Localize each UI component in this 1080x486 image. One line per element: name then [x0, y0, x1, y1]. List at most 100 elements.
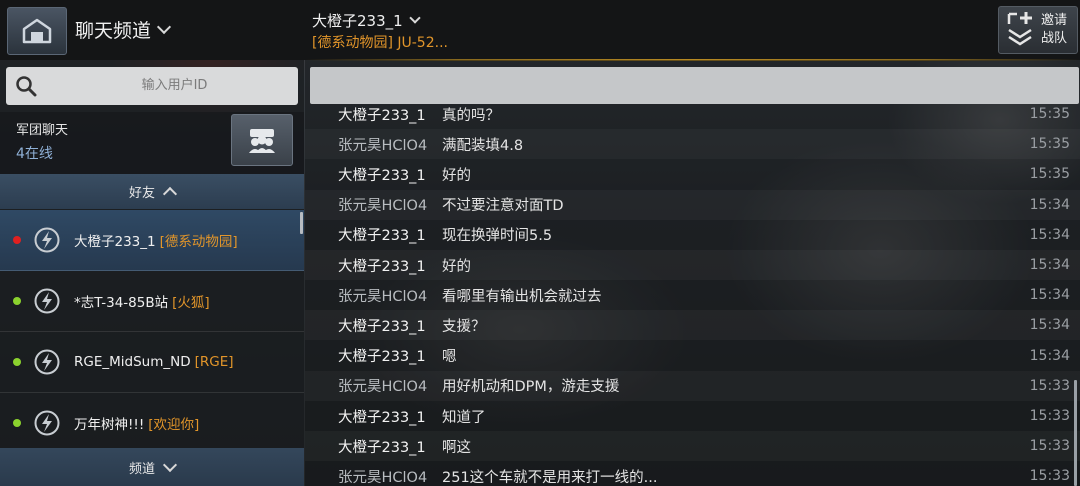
- search-box: [6, 67, 298, 105]
- legion-members-button[interactable]: [231, 114, 293, 166]
- friend-clan-tag: [欢迎你]: [148, 417, 200, 433]
- message-sender[interactable]: 张元昊HClO4: [338, 466, 427, 486]
- invite-platoon-button[interactable]: 邀请 战队: [998, 6, 1078, 54]
- friends-section-header[interactable]: 好友: [0, 174, 304, 209]
- friend-clan-tag: [德系动物园]: [159, 234, 238, 250]
- chat-message: 大橙子233_1 真的吗？ 15:35: [305, 99, 1080, 129]
- message-time: 15:33: [1029, 468, 1070, 485]
- message-text: 用好机动和DPM，游走支援: [442, 379, 620, 396]
- message-sender[interactable]: 张元昊HClO4: [338, 194, 427, 215]
- garage-icon: [22, 18, 52, 44]
- message-sender[interactable]: 张元昊HClO4: [338, 375, 427, 396]
- message-time: 15:35: [1029, 106, 1070, 122]
- chat-message: 大橙子233_1 好的 15:34: [305, 250, 1080, 280]
- message-time: 15:34: [1029, 196, 1070, 213]
- top-bar: 聊天频道 大橙子233_1 [德系动物园] JU-52... 邀请 战队: [0, 0, 1080, 60]
- friend-item[interactable]: *志T-34-85B站 [火狐]: [0, 271, 304, 332]
- message-text: 知道了: [442, 409, 486, 426]
- lightning-icon: [34, 288, 60, 314]
- friend-name: RGE_MidSum_ND: [74, 354, 191, 370]
- message-sender[interactable]: 大橙子233_1: [338, 345, 426, 366]
- chat-message: 张元昊HClO4 满配装填4.8 15:35: [305, 129, 1080, 159]
- message-sender[interactable]: 张元昊HClO4: [338, 134, 427, 155]
- chat-message: 大橙子233_1 好的 15:35: [305, 159, 1080, 189]
- legion-chat-row[interactable]: 军团聊天 4在线: [0, 112, 304, 174]
- invite-label-2: 战队: [1041, 31, 1068, 46]
- channel-section-header[interactable]: 频道: [0, 448, 304, 486]
- channel-footer-label: 频道: [128, 461, 155, 477]
- status-online-dot: [13, 419, 21, 427]
- lightning-icon: [34, 410, 60, 436]
- message-time: 15:34: [1029, 257, 1070, 273]
- legion-chat-title: 军团聊天: [16, 123, 69, 138]
- chat-message: 大橙子233_1 啊这 15:33: [305, 431, 1080, 461]
- message-text: 满配装填4.8: [442, 137, 524, 154]
- message-text: 不过要注意对面TD: [442, 198, 564, 215]
- message-text: 啊这: [442, 439, 471, 456]
- home-button[interactable]: [7, 7, 67, 55]
- chat-user-clan: [德系动物园] JU-52...: [312, 35, 448, 51]
- message-text: 看哪里有输出机会就过去: [442, 288, 602, 305]
- message-sender[interactable]: 大橙子233_1: [338, 164, 426, 185]
- friend-name: 万年树神!!!: [74, 417, 145, 433]
- status-busy-dot: [13, 236, 21, 244]
- message-sender[interactable]: 大橙子233_1: [338, 315, 426, 336]
- channel-selector[interactable]: 聊天频道: [75, 16, 172, 42]
- message-time: 15:34: [1029, 226, 1070, 243]
- chat-message: 张元昊HClO4 用好机动和DPM，游走支援 15:33: [305, 371, 1080, 401]
- message-time: 15:34: [1029, 317, 1070, 334]
- friend-name: 大橙子233_1: [74, 234, 156, 250]
- status-online-dot: [13, 297, 21, 305]
- message-time: 15:33: [1029, 408, 1070, 424]
- chat-message: 大橙子233_1 现在换弹时间5.5 15:34: [305, 220, 1080, 250]
- legion-online-count: 4在线: [16, 146, 53, 162]
- friends-scrollbar[interactable]: [300, 212, 303, 234]
- left-panel: 军团聊天 4在线 好友 大橙子233_1 [德系动物园] *志T-34-85B站: [0, 60, 304, 486]
- chevron-down-icon: [409, 11, 421, 24]
- message-text: 真的吗？: [442, 107, 500, 124]
- message-sender[interactable]: 大橙子233_1: [338, 224, 426, 245]
- chat-message: 大橙子233_1 知道了 15:33: [305, 401, 1080, 431]
- message-time: 15:33: [1029, 438, 1070, 455]
- group-icon: [249, 129, 275, 153]
- channel-title: 聊天频道: [75, 19, 152, 42]
- message-time: 15:35: [1029, 136, 1070, 153]
- message-text: 支援？: [442, 318, 486, 335]
- user-id-search-input[interactable]: [6, 67, 298, 105]
- message-time: 15:33: [1029, 377, 1070, 394]
- chevron-down-icon: [162, 457, 178, 472]
- friends-header-label: 好友: [128, 186, 155, 201]
- status-online-dot: [13, 358, 21, 366]
- message-sender[interactable]: 大橙子233_1: [338, 436, 426, 457]
- lightning-icon: [34, 227, 60, 253]
- message-sender[interactable]: 大橙子233_1: [338, 104, 426, 125]
- message-text: 好的: [442, 258, 471, 275]
- message-text: 251这个车就不是用来打一线的...: [442, 469, 658, 486]
- chat-message: 张元昊HClO4 不过要注意对面TD 15:34: [305, 190, 1080, 220]
- message-text: 现在换弹时间5.5: [442, 228, 553, 245]
- invite-platoon-icon: [1007, 12, 1032, 46]
- friend-item[interactable]: 万年树神!!! [欢迎你]: [0, 393, 304, 448]
- friend-clan-tag: [火狐]: [172, 295, 210, 311]
- message-sender[interactable]: 张元昊HClO4: [338, 285, 427, 306]
- message-text: 好的: [442, 167, 471, 184]
- message-text: 嗯: [442, 349, 457, 366]
- chat-scrollbar[interactable]: [1074, 380, 1077, 486]
- friend-clan-tag: [RGE]: [194, 354, 234, 370]
- message-time: 15:34: [1029, 287, 1070, 304]
- chat-message: 张元昊HClO4 看哪里有输出机会就过去 15:34: [305, 280, 1080, 310]
- friend-item[interactable]: RGE_MidSum_ND [RGE]: [0, 332, 304, 393]
- chat-message: 张元昊HClO4 251这个车就不是用来打一线的... 15:33: [305, 461, 1080, 486]
- friends-list: 大橙子233_1 [德系动物园] *志T-34-85B站 [火狐] RGE_Mi…: [0, 210, 304, 448]
- message-sender[interactable]: 大橙子233_1: [338, 255, 426, 276]
- message-time: 15:34: [1029, 347, 1070, 364]
- chevron-up-icon: [162, 186, 178, 202]
- chat-panel: 大橙子233_1 真的吗？ 15:35 张元昊HClO4 满配装填4.8 15:35 大橙子…: [305, 60, 1080, 486]
- message-sender[interactable]: 大橙子233_1: [338, 406, 426, 427]
- chat-message: 大橙子233_1 支援？ 15:34: [305, 310, 1080, 340]
- friend-item[interactable]: 大橙子233_1 [德系动物园]: [0, 210, 304, 271]
- chevron-down-icon: [156, 19, 172, 34]
- message-time: 15:35: [1029, 166, 1070, 183]
- friend-name: *志T-34-85B站: [74, 295, 169, 311]
- chat-header[interactable]: 大橙子233_1 [德系动物园] JU-52...: [312, 10, 448, 52]
